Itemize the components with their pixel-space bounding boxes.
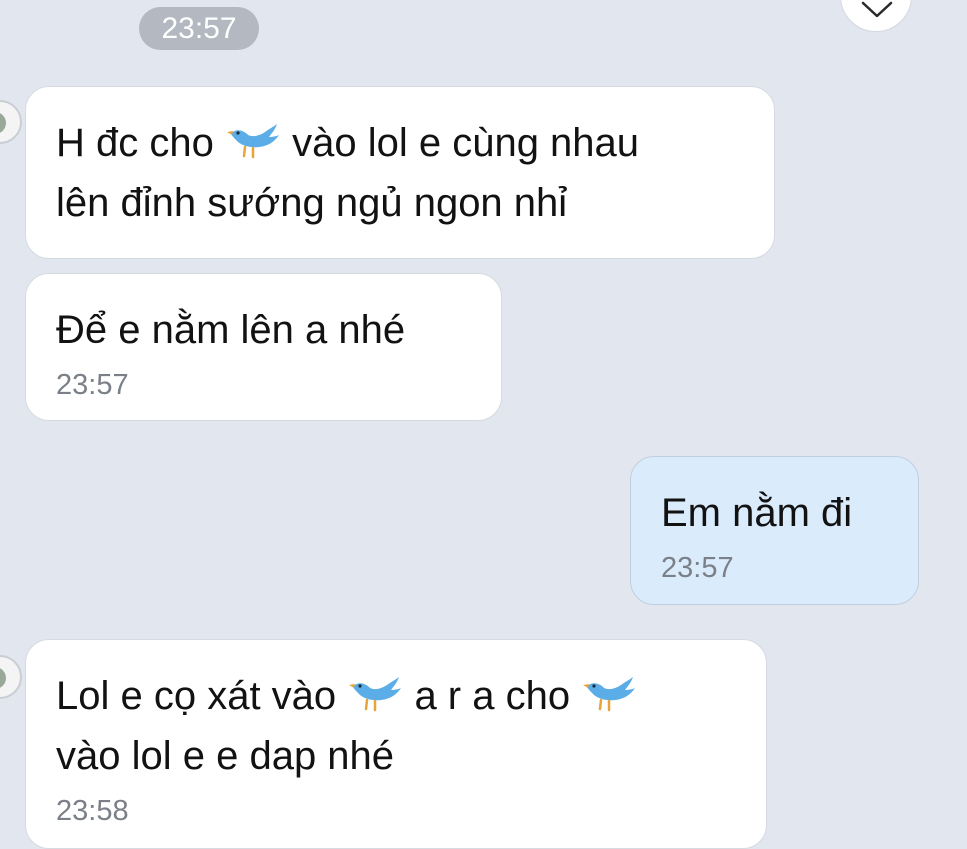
message-text: Lol e cọ xát vào a r a cho vào lol e e d… [56,666,736,786]
message-timestamp: 23:57 [56,369,129,401]
message-text-line: vào lol e e dap nhé [56,734,395,778]
reaction-button[interactable] [840,0,912,32]
message-bubble-sent[interactable]: Em nằm đi 23:57 [630,456,919,605]
bird-icon [226,124,279,159]
message-timestamp: 23:58 [56,795,129,827]
bird-icon [349,677,402,712]
message-bubble-received[interactable]: H đc cho vào lol e cùng nhau lên đỉnh sư… [25,86,775,259]
message-text-part: H đc cho [56,121,214,165]
message-text: Để e nằm lên a nhé [56,308,406,352]
message-bubble-received[interactable]: Lol e cọ xát vào a r a cho vào lol e e d… [25,639,767,849]
message-text-part: a r a cho [414,674,571,718]
date-pill: 23:57 [139,7,259,50]
message-text: H đc cho vào lol e cùng nhau lên đỉnh sư… [56,113,744,233]
heart-icon [861,1,893,18]
message-bubble-received[interactable]: Để e nằm lên a nhé 23:57 [25,273,502,421]
message-text-line: lên đỉnh sướng ngủ ngon nhỉ [56,181,568,225]
message-text-part: vào lol e cùng nhau [292,121,640,165]
avatar[interactable] [0,655,22,699]
avatar[interactable] [0,100,22,144]
message-timestamp: 23:57 [661,552,734,584]
message-text-part: Lol e cọ xát vào [56,674,337,718]
message-text: Em nằm đi [661,491,853,535]
bird-icon [583,677,636,712]
